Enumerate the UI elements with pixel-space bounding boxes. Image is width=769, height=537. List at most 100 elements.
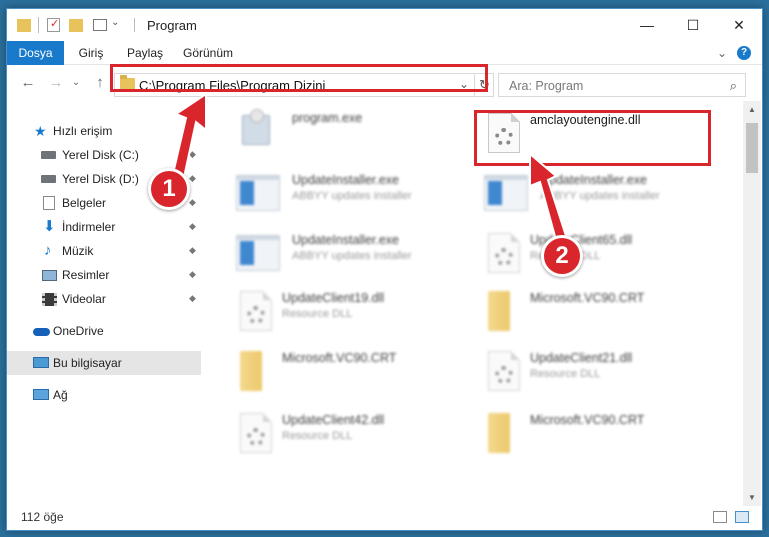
cloud-icon xyxy=(33,328,50,336)
sidebar-item-label: Hızlı erişim xyxy=(53,124,113,138)
pin-icon[interactable]: ◆ xyxy=(189,293,197,303)
pin-icon[interactable]: ◆ xyxy=(189,245,197,255)
exe-icon xyxy=(236,231,280,275)
ribbon-expand-icon[interactable]: ⌄ xyxy=(715,41,729,65)
scroll-down-button[interactable]: ▼ xyxy=(743,489,761,506)
folder-icon xyxy=(484,411,528,455)
sidebar-item-music[interactable]: ♪ Müzik ◆ xyxy=(7,239,201,263)
file-name: UpdateClient21.dll xyxy=(530,351,633,365)
file-highlight xyxy=(474,110,711,166)
properties-check-icon[interactable]: ✓ xyxy=(47,18,60,32)
qa-separator xyxy=(38,17,39,33)
maximize-button[interactable]: ☐ xyxy=(670,9,716,41)
sidebar-item-local-disk-c[interactable]: Yerel Disk (C:) ◆ xyxy=(7,143,201,167)
close-button[interactable]: ✕ xyxy=(716,9,762,41)
file-item[interactable]: UpdateClient21.dll Resource DLL xyxy=(484,349,724,407)
setup-icon xyxy=(236,109,280,153)
file-name: Microsoft.VC90.CRT xyxy=(530,413,645,427)
scroll-up-button[interactable]: ▲ xyxy=(743,101,761,118)
file-description: ABBYY updates installer xyxy=(540,190,660,202)
documents-icon xyxy=(43,196,55,210)
sidebar-item-label: OneDrive xyxy=(53,324,104,338)
file-item[interactable]: UpdateClient19.dll Resource DLL xyxy=(236,289,476,347)
forward-button[interactable]: → xyxy=(47,75,65,91)
star-icon: ★ xyxy=(34,123,47,139)
sidebar-item-downloads[interactable]: ⬇ İndirmeler ◆ xyxy=(7,215,201,239)
navigation-pane: ★ Hızlı erişim Yerel Disk (C:) ◆ Yerel D… xyxy=(7,101,204,506)
search-box[interactable]: Ara: Program ⌕ xyxy=(498,73,746,97)
sidebar-item-pictures[interactable]: Resimler ◆ xyxy=(7,263,201,287)
minimize-button[interactable]: — xyxy=(624,9,670,41)
recent-locations-chevron-icon[interactable]: ⌄ xyxy=(71,75,81,91)
download-icon: ⬇ xyxy=(43,218,56,235)
file-item[interactable]: program.exe xyxy=(236,109,476,167)
file-item[interactable]: Microsoft.VC90.CRT xyxy=(484,289,724,347)
title-bar: ✓ ⌄ Program — ☐ ✕ xyxy=(7,9,762,41)
sidebar-item-label: İndirmeler xyxy=(62,220,116,234)
file-item[interactable]: UpdateInstaller.exe ABBYY updates instal… xyxy=(236,231,476,289)
tab-dosya[interactable]: Dosya xyxy=(7,41,64,65)
sidebar-item-label: Videolar xyxy=(62,292,106,306)
view-icon[interactable] xyxy=(93,19,107,31)
drive-icon xyxy=(41,175,56,183)
music-icon: ♪ xyxy=(44,242,52,259)
file-name: UpdateInstaller.exe xyxy=(292,233,400,247)
sidebar-item-onedrive[interactable]: OneDrive xyxy=(7,319,201,343)
file-name: UpdateInstaller.exe xyxy=(292,173,400,187)
sidebar-item-videos[interactable]: Videolar ◆ xyxy=(7,287,201,311)
computer-icon xyxy=(33,357,49,368)
dll-icon xyxy=(484,231,528,275)
file-item[interactable]: Microsoft.VC90.CRT xyxy=(484,411,724,469)
file-description: Resource DLL xyxy=(282,308,353,320)
customize-qa-chevron-icon[interactable]: ⌄ xyxy=(111,17,121,33)
sidebar-item-label: Resimler xyxy=(62,268,110,282)
file-name: UpdateInstaller.exe xyxy=(540,173,648,187)
new-folder-icon[interactable] xyxy=(69,19,83,32)
sidebar-item-quick-access[interactable]: ★ Hızlı erişim xyxy=(7,119,201,143)
tab-gorunum[interactable]: Görünüm xyxy=(177,41,239,65)
back-button[interactable]: ← xyxy=(19,75,37,91)
drive-icon xyxy=(41,151,56,159)
file-item[interactable]: UpdateClient42.dll Resource DLL xyxy=(236,411,476,469)
file-name: Microsoft.VC90.CRT xyxy=(530,291,645,305)
file-item[interactable]: UpdateInstaller.exe ABBYY updates instal… xyxy=(484,171,724,229)
pin-icon[interactable]: ◆ xyxy=(189,221,197,231)
tab-paylas[interactable]: Paylaş xyxy=(120,41,170,65)
tab-giris[interactable]: Giriş xyxy=(69,41,113,65)
videos-icon xyxy=(42,293,57,306)
sidebar-item-label: Yerel Disk (C:) xyxy=(62,148,139,162)
dll-icon xyxy=(236,289,280,333)
file-description: ABBYY updates installer xyxy=(292,190,412,202)
file-item[interactable]: UpdateInstaller.exe ABBYY updates instal… xyxy=(236,171,476,229)
details-view-button[interactable] xyxy=(713,511,727,523)
quick-access-folder-icon[interactable] xyxy=(17,19,31,32)
step-badge-2: 2 xyxy=(541,235,583,277)
file-name: UpdateClient42.dll xyxy=(282,413,385,427)
scroll-thumb[interactable] xyxy=(746,123,758,173)
search-icon[interactable]: ⌕ xyxy=(730,78,737,94)
pin-icon[interactable]: ◆ xyxy=(189,269,197,279)
dll-icon xyxy=(236,411,280,455)
sidebar-item-label: Bu bilgisayar xyxy=(53,356,122,370)
pin-icon[interactable]: ◆ xyxy=(189,197,197,207)
exe-icon xyxy=(236,171,280,215)
file-description: Resource DLL xyxy=(530,368,601,380)
sidebar-item-this-pc[interactable]: Bu bilgisayar xyxy=(7,351,201,375)
up-button[interactable]: ↑ xyxy=(91,75,109,91)
file-name: program.exe xyxy=(292,111,363,125)
pin-icon[interactable]: ◆ xyxy=(189,149,197,159)
file-name: Microsoft.VC90.CRT xyxy=(282,351,397,365)
vertical-scrollbar[interactable]: ▲ ▼ xyxy=(743,101,761,506)
sidebar-item-network[interactable]: Ağ xyxy=(7,383,201,407)
address-bar-highlight xyxy=(110,64,488,92)
file-item[interactable]: UpdateClient65.dll Resource DLL xyxy=(484,231,724,289)
sidebar-item-label: Belgeler xyxy=(62,196,107,210)
help-icon[interactable]: ? xyxy=(737,46,751,60)
window-title: Program xyxy=(147,18,197,33)
file-item[interactable]: Microsoft.VC90.CRT xyxy=(236,349,476,407)
large-icons-view-button[interactable] xyxy=(735,511,749,523)
item-count: 112 öğe xyxy=(21,510,64,524)
search-placeholder[interactable]: Ara: Program xyxy=(509,79,583,93)
step-badge-1: 1 xyxy=(148,168,190,210)
pin-icon[interactable]: ◆ xyxy=(189,173,197,183)
